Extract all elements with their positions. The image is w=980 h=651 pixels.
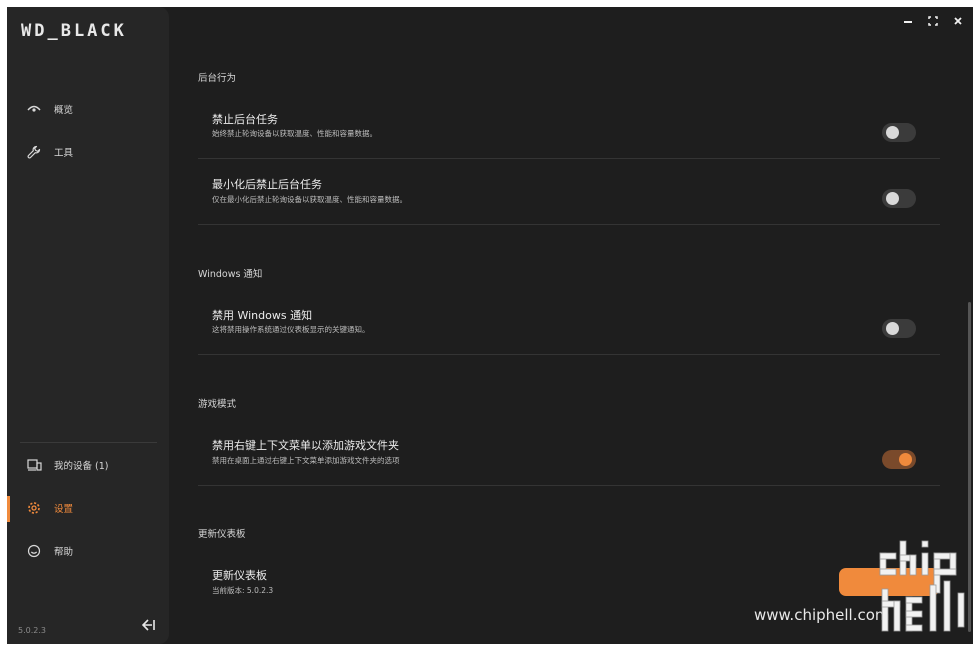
sidebar-item-tools[interactable]: 工具 — [7, 136, 169, 168]
maximize-icon — [928, 11, 938, 30]
row-divider — [198, 485, 940, 486]
section-title-windows: Windows 通知 — [198, 269, 263, 280]
app-version: 5.0.2.3 — [18, 626, 46, 635]
maximize-button[interactable] — [925, 12, 941, 28]
close-icon — [953, 11, 963, 30]
section-title-background: 后台行为 — [198, 73, 237, 84]
sidebar-divider — [20, 442, 157, 443]
row-title: 最小化后禁止后台任务 — [212, 178, 322, 191]
row-title: 禁用右键上下文菜单以添加游戏文件夹 — [212, 439, 399, 452]
row-title: 更新仪表板 — [212, 569, 267, 582]
toggle-knob — [899, 453, 912, 466]
row-desc: 始终禁止轮询设备以获取温度、性能和容量数据。 — [212, 129, 377, 138]
watermark-logo-icon — [878, 537, 970, 641]
sidebar-item-overview[interactable]: 概览 — [7, 93, 169, 125]
disable-background-tasks-toggle[interactable] — [882, 123, 916, 142]
toggle-knob — [886, 322, 899, 335]
watermark-url: www.chiphell.com — [754, 606, 890, 624]
section-title-game-mode: 游戏模式 — [198, 399, 237, 410]
sidebar-item-help[interactable]: 帮助 — [7, 535, 169, 567]
sidebar-item-my-devices[interactable]: 我的设备 (1) — [7, 449, 169, 481]
minimize-icon — [903, 11, 913, 30]
row-desc: 禁用在桌面上通过右键上下文菜单添加游戏文件夹的选项 — [212, 456, 400, 465]
sidebar-item-settings[interactable]: 设置 — [7, 492, 169, 524]
collapse-sidebar-button[interactable] — [140, 616, 158, 634]
sidebar-item-label: 设置 — [54, 504, 74, 515]
row-divider — [198, 158, 940, 159]
disable-tasks-minimized-toggle[interactable] — [882, 189, 916, 208]
current-version: 当前版本: 5.0.2.3 — [212, 586, 274, 595]
toggle-knob — [886, 126, 899, 139]
help-icon — [26, 543, 42, 559]
brand-logo: WD_BLACK — [21, 21, 127, 41]
row-divider — [198, 224, 940, 225]
sidebar-item-label: 帮助 — [54, 547, 74, 558]
row-title: 禁止后台任务 — [212, 113, 278, 126]
close-button[interactable] — [950, 12, 966, 28]
disable-context-menu-toggle[interactable] — [882, 450, 916, 469]
section-title-update: 更新仪表板 — [198, 529, 246, 540]
row-divider — [198, 354, 940, 355]
sidebar-item-label: 工具 — [54, 148, 74, 159]
sidebar: WD_BLACK 概览 工具 我的设备 (1) 设置 帮助 5.0.2.3 — [7, 7, 169, 644]
row-desc: 仅在最小化后禁止轮询设备以获取温度、性能和容量数据。 — [212, 195, 407, 204]
app-window: WD_BLACK 概览 工具 我的设备 (1) 设置 帮助 5.0.2.3 后台… — [7, 7, 973, 644]
eye-icon — [26, 101, 42, 117]
disable-windows-notifications-toggle[interactable] — [882, 319, 916, 338]
row-title: 禁用 Windows 通知 — [212, 309, 313, 322]
collapse-arrow-icon — [141, 616, 156, 635]
devices-icon — [26, 457, 42, 473]
wrench-icon — [26, 144, 42, 160]
row-desc: 这将禁用操作系统通过仪表板显示的关键通知。 — [212, 325, 370, 334]
toggle-knob — [886, 192, 899, 205]
sidebar-item-label: 我的设备 (1) — [54, 461, 109, 472]
gear-icon — [26, 500, 42, 516]
sidebar-item-label: 概览 — [54, 105, 74, 116]
minimize-button[interactable] — [900, 12, 916, 28]
